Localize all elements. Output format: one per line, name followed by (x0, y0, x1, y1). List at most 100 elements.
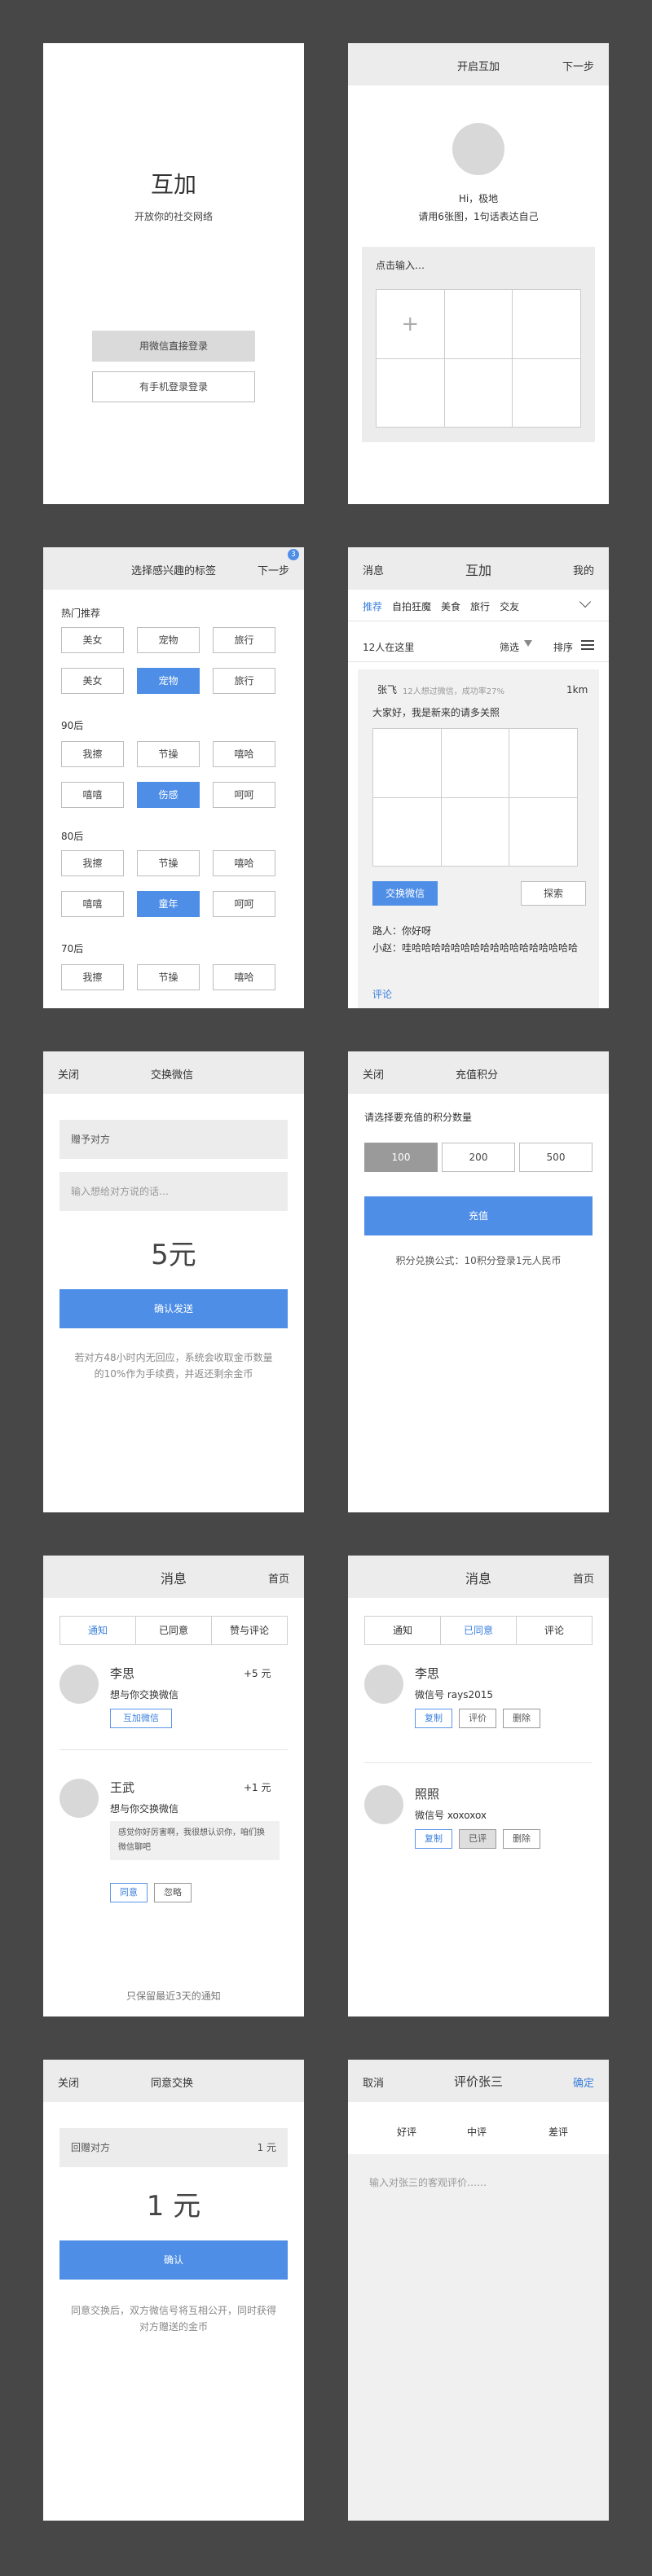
send-button[interactable]: 确认发送 (59, 1289, 288, 1328)
recipient-field[interactable]: 赠予对方 (59, 1120, 288, 1159)
add-photo-icon[interactable]: + (401, 312, 419, 336)
photo[interactable] (441, 797, 510, 867)
prompt-text: 请用6张图，1句话表达自己 (418, 211, 539, 222)
message-input[interactable]: 输入想给对方说的话… (59, 1172, 288, 1211)
confirm-button[interactable]: 确定 (573, 2074, 594, 2090)
tag-button[interactable]: 旅行 (213, 668, 275, 694)
rate-button[interactable]: 评价 (459, 1709, 496, 1728)
tag-button[interactable]: 嘻哈 (213, 964, 275, 990)
rating-neutral[interactable]: 中评 (467, 2125, 487, 2139)
ignore-button[interactable]: 忽略 (154, 1883, 192, 1902)
next-button[interactable]: 下一步 (258, 562, 289, 577)
tag-button[interactable]: 美女 (61, 668, 124, 694)
text-input[interactable]: 点击输入… (376, 258, 425, 272)
review-input-area[interactable] (348, 2154, 609, 2521)
tag-button[interactable]: 节操 (137, 850, 200, 876)
home-link[interactable]: 首页 (573, 1570, 594, 1586)
rating-good[interactable]: 好评 (397, 2125, 416, 2139)
tab-friends[interactable]: 交友 (500, 599, 519, 613)
profile-link[interactable]: 我的 (573, 562, 594, 577)
tag-button[interactable]: 呵呵 (213, 782, 275, 808)
avatar[interactable] (364, 1785, 403, 1824)
photo-slot[interactable] (377, 358, 445, 428)
tab-agreed[interactable]: 已同意 (441, 1617, 517, 1644)
explore-button[interactable]: 探索 (521, 881, 586, 906)
bar-title: 同意交换 (151, 2078, 194, 2090)
tag-button[interactable]: 节操 (137, 741, 200, 767)
tab-notifications[interactable]: 通知 (60, 1617, 136, 1644)
amount-option-selected[interactable]: 100 (364, 1143, 438, 1172)
next-button[interactable]: 下一步 (562, 58, 594, 73)
photo[interactable] (373, 729, 442, 798)
close-button[interactable]: 关闭 (363, 1066, 384, 1082)
tag-button[interactable]: 美女 (61, 627, 124, 653)
delete-button[interactable]: 删除 (503, 1709, 540, 1728)
gift-back-amount: 1 元 (257, 2142, 276, 2153)
confirm-button[interactable]: 确认 (59, 2240, 288, 2280)
photo-slot[interactable] (444, 290, 513, 359)
tag-button-selected[interactable]: 宠物 (137, 668, 200, 694)
exchange-wechat-button[interactable]: 交换微信 (372, 881, 438, 906)
tag-button[interactable]: 嘻嘻 (61, 782, 124, 808)
amount-option[interactable]: 500 (519, 1143, 593, 1172)
avatar[interactable] (452, 123, 504, 175)
home-link[interactable]: 首页 (268, 1570, 289, 1586)
tag-button[interactable]: 宠物 (137, 627, 200, 653)
amount-option[interactable]: 200 (442, 1143, 515, 1172)
tab-food[interactable]: 美食 (441, 599, 460, 613)
tag-button[interactable]: 我擦 (61, 850, 124, 876)
phone-login-button[interactable]: 有手机登录登录 (92, 371, 255, 402)
tab-recommend[interactable]: 推荐 (363, 599, 382, 613)
photo[interactable] (509, 729, 578, 798)
review-input[interactable]: 输入对张三的客观评价…… (369, 2175, 487, 2189)
tab-likes-comments[interactable]: 赞与评论 (212, 1617, 287, 1644)
photo[interactable] (373, 797, 442, 867)
agreed-list-screen: 消息 首页 通知 已同意 评论 李思 微信号 rays2015 复制 评价 删除… (348, 1556, 609, 2016)
tag-button[interactable]: 嘻哈 (213, 850, 275, 876)
tag-button-selected[interactable]: 伤感 (137, 782, 200, 808)
copy-button[interactable]: 复制 (415, 1829, 452, 1849)
close-button[interactable]: 关闭 (58, 2074, 79, 2090)
menu-icon[interactable] (581, 640, 594, 650)
photo-slot[interactable] (513, 358, 581, 428)
tag-button[interactable]: 呵呵 (213, 891, 275, 917)
tab-travel[interactable]: 旅行 (470, 599, 490, 613)
gift-back-field[interactable]: 回赠对方 1 元 (59, 2128, 288, 2167)
photo-slot[interactable] (513, 290, 581, 359)
tab-comments[interactable]: 评论 (517, 1617, 592, 1644)
tag-button[interactable]: 嘻哈 (213, 741, 275, 767)
close-button[interactable]: 关闭 (58, 1066, 79, 1082)
filter-icon[interactable] (524, 640, 532, 647)
avatar[interactable] (59, 1665, 99, 1704)
tag-button[interactable]: 我擦 (61, 964, 124, 990)
wechat-login-button[interactable]: 用微信直接登录 (92, 331, 255, 362)
rating-bad[interactable]: 差评 (548, 2125, 568, 2139)
tag-button[interactable]: 嘻嘻 (61, 891, 124, 917)
comment-link[interactable]: 评论 (372, 987, 392, 1001)
tag-button[interactable]: 旅行 (213, 627, 275, 653)
filter-button[interactable]: 筛选 (500, 640, 519, 654)
photo-slot[interactable]: + (377, 290, 445, 359)
photo[interactable] (509, 797, 578, 867)
tab-agreed[interactable]: 已同意 (136, 1617, 212, 1644)
tag-button[interactable]: 节操 (137, 964, 200, 990)
user-meta: 12人想过微信，成功率27% (403, 687, 504, 696)
recharge-button[interactable]: 充值 (364, 1196, 593, 1235)
tag-button[interactable]: 我擦 (61, 741, 124, 767)
user-name[interactable]: 张飞 (377, 682, 397, 696)
add-wechat-button[interactable]: 互加微信 (110, 1709, 172, 1728)
online-count: 12人在这里 (363, 642, 415, 653)
copy-button[interactable]: 复制 (415, 1709, 452, 1728)
photo-slot[interactable] (444, 358, 513, 428)
avatar[interactable] (364, 1665, 403, 1704)
photo[interactable] (441, 729, 510, 798)
price: 5元 (151, 1239, 196, 1271)
tab-selfie[interactable]: 自拍狂魔 (392, 599, 431, 613)
bar-title: 评价张三 (453, 2074, 503, 2089)
tag-button-selected[interactable]: 童年 (137, 891, 200, 917)
delete-button[interactable]: 删除 (503, 1829, 540, 1849)
agree-button[interactable]: 同意 (110, 1883, 148, 1902)
sort-button[interactable]: 排序 (553, 640, 573, 654)
avatar[interactable] (59, 1779, 99, 1818)
tab-notifications[interactable]: 通知 (365, 1617, 441, 1644)
